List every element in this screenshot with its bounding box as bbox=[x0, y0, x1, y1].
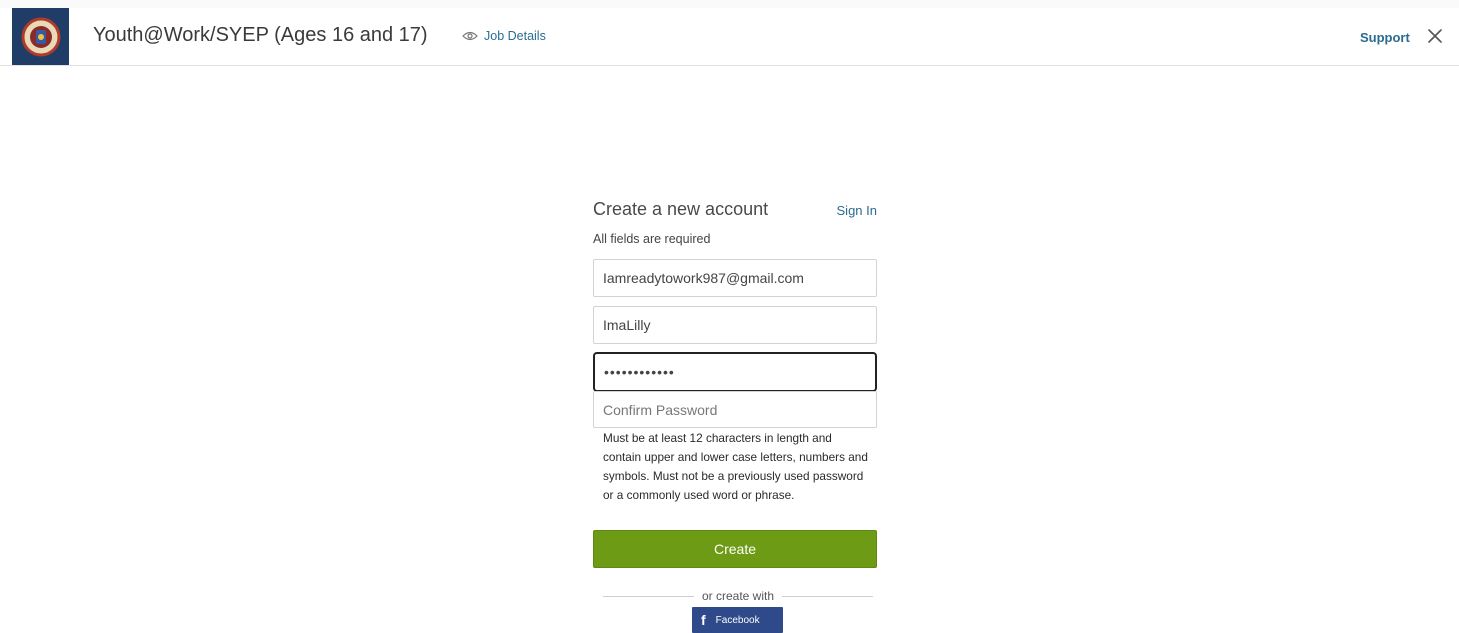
password-field[interactable] bbox=[593, 352, 877, 392]
create-button[interactable]: Create bbox=[593, 530, 877, 568]
or-create-with-label: or create with bbox=[701, 589, 775, 603]
confirm-password-field[interactable] bbox=[593, 391, 877, 428]
divider-line-right bbox=[782, 595, 873, 597]
job-details-label: Job Details bbox=[484, 29, 546, 43]
create-account-form: Create a new account Sign In All fields … bbox=[593, 196, 877, 633]
facebook-label: Facebook bbox=[715, 614, 760, 626]
form-title: Create a new account bbox=[593, 199, 769, 219]
support-link[interactable]: Support bbox=[1360, 30, 1410, 45]
top-bar: Youth@Work/SYEP (Ages 16 and 17) Job Det… bbox=[0, 0, 1459, 66]
job-details-link[interactable]: Job Details bbox=[462, 29, 546, 43]
city-seal-icon bbox=[12, 8, 69, 65]
email-field[interactable] bbox=[593, 259, 877, 297]
page-title: Youth@Work/SYEP (Ages 16 and 17) bbox=[93, 24, 428, 46]
facebook-button[interactable]: f Facebook bbox=[692, 607, 783, 633]
required-note: All fields are required bbox=[593, 232, 711, 246]
facebook-icon: f bbox=[701, 612, 706, 628]
divider-line-left bbox=[603, 595, 694, 597]
password-requirements: Must be at least 12 characters in length… bbox=[603, 431, 868, 502]
close-icon[interactable] bbox=[1426, 27, 1444, 45]
or-divider: or create with bbox=[603, 588, 873, 604]
form-header: Create a new account Sign In bbox=[593, 196, 877, 224]
eye-icon bbox=[462, 31, 478, 41]
username-field[interactable] bbox=[593, 306, 877, 344]
sign-in-link[interactable]: Sign In bbox=[837, 203, 877, 218]
